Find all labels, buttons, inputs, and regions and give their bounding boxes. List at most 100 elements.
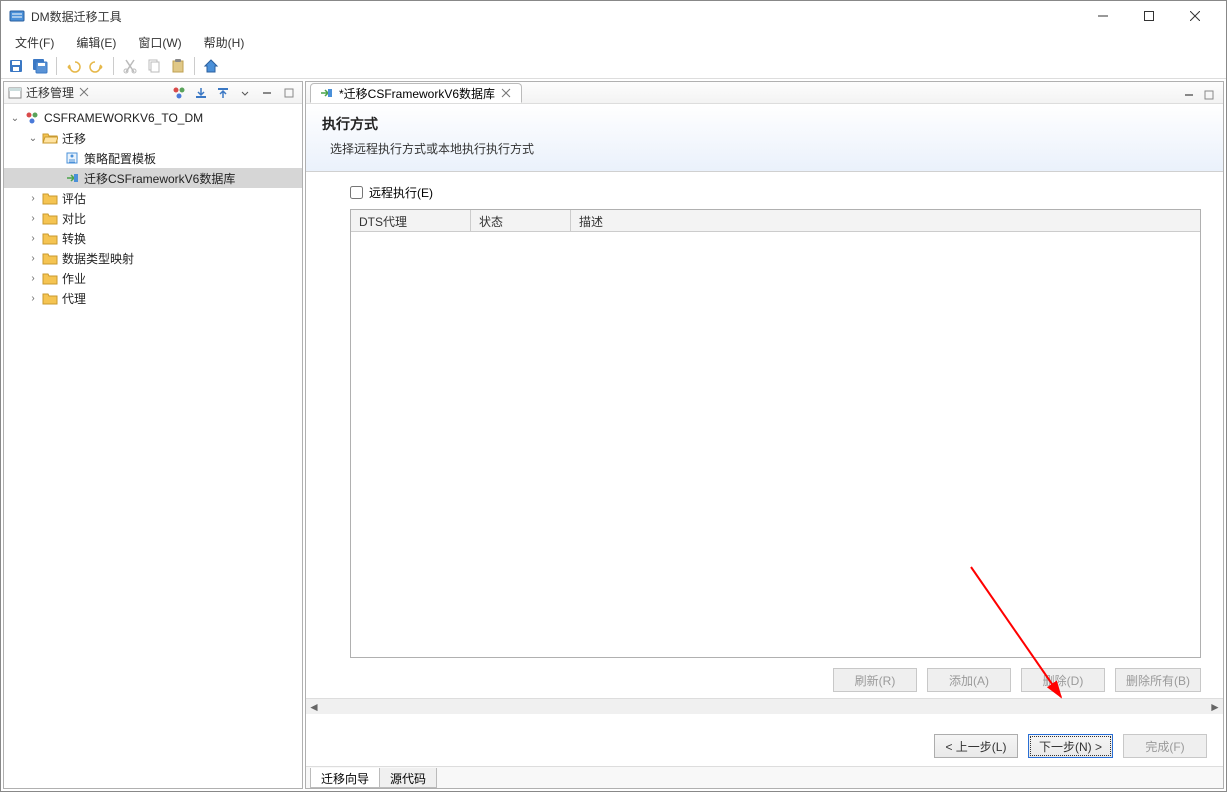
sidebar-menu-icon[interactable] bbox=[236, 84, 254, 102]
tab-source[interactable]: 源代码 bbox=[379, 768, 437, 788]
tree-migrate[interactable]: ⌄ 迁移 bbox=[4, 128, 302, 148]
tree-migrate-label: 迁移 bbox=[62, 130, 86, 147]
sidebar-import-icon[interactable] bbox=[192, 84, 210, 102]
cluster-icon bbox=[24, 110, 40, 126]
redo-icon[interactable] bbox=[86, 55, 108, 77]
col-proxy[interactable]: DTS代理 bbox=[351, 210, 471, 231]
tree-typemap[interactable]: › 数据类型映射 bbox=[4, 248, 302, 268]
tab-close-icon[interactable] bbox=[501, 87, 513, 99]
template-icon bbox=[64, 150, 80, 166]
tab-wizard[interactable]: 迁移向导 bbox=[310, 768, 380, 788]
tree-compare[interactable]: › 对比 bbox=[4, 208, 302, 228]
close-button[interactable] bbox=[1172, 1, 1218, 31]
app-icon bbox=[9, 8, 25, 24]
migration-tree[interactable]: ⌄ CSFRAMEWORKV6_TO_DM ⌄ 迁移 策略配置模板 迁移CSFr… bbox=[4, 104, 302, 788]
toolbar bbox=[1, 53, 1226, 79]
table-actions: 刷新(R) 添加(A) 删除(D) 删除所有(B) bbox=[350, 658, 1201, 698]
table-header: DTS代理 状态 描述 bbox=[351, 210, 1200, 232]
expand-toggle[interactable]: › bbox=[26, 291, 40, 305]
sidebar-header: 迁移管理 bbox=[4, 82, 302, 104]
wizard-body: 远程执行(E) DTS代理 状态 描述 刷新(R) 添加(A) 删除(D) 删除… bbox=[306, 172, 1223, 698]
folder-icon bbox=[42, 210, 58, 226]
migrate-db-icon bbox=[319, 86, 333, 100]
editor-tab-migrate-db[interactable]: *迁移CSFrameworkV6数据库 bbox=[310, 83, 522, 103]
next-button[interactable]: 下一步(N) > bbox=[1028, 734, 1113, 758]
col-desc[interactable]: 描述 bbox=[571, 210, 1200, 231]
scroll-right-icon[interactable]: ► bbox=[1207, 699, 1223, 715]
tree-convert[interactable]: › 转换 bbox=[4, 228, 302, 248]
tree-template[interactable]: 策略配置模板 bbox=[4, 148, 302, 168]
refresh-button[interactable]: 刷新(R) bbox=[833, 668, 917, 692]
tree-typemap-label: 数据类型映射 bbox=[62, 250, 134, 267]
delete-all-button[interactable]: 删除所有(B) bbox=[1115, 668, 1201, 692]
prev-button[interactable]: < 上一步(L) bbox=[934, 734, 1018, 758]
tree-evaluate-label: 评估 bbox=[62, 190, 86, 207]
folder-icon bbox=[42, 250, 58, 266]
copy-icon[interactable] bbox=[143, 55, 165, 77]
tree-convert-label: 转换 bbox=[62, 230, 86, 247]
remote-execute-checkbox[interactable] bbox=[350, 186, 363, 199]
wizard-title: 执行方式 bbox=[322, 114, 1207, 134]
finish-button[interactable]: 完成(F) bbox=[1123, 734, 1207, 758]
editor-tabs: *迁移CSFrameworkV6数据库 bbox=[306, 82, 1223, 104]
tree-job[interactable]: › 作业 bbox=[4, 268, 302, 288]
sidebar-panel: 迁移管理 ⌄ CSFRAMEWORKV6_TO_DM ⌄ 迁移 bbox=[3, 81, 303, 789]
remote-execute-row: 远程执行(E) bbox=[350, 184, 1201, 201]
minimize-button[interactable] bbox=[1080, 1, 1126, 31]
menu-edit[interactable]: 编辑(E) bbox=[70, 32, 122, 53]
save-all-icon[interactable] bbox=[29, 55, 51, 77]
tree-template-label: 策略配置模板 bbox=[84, 150, 156, 167]
undo-icon[interactable] bbox=[62, 55, 84, 77]
tree-evaluate[interactable]: › 评估 bbox=[4, 188, 302, 208]
sidebar-cluster-icon[interactable] bbox=[170, 84, 188, 102]
titlebar: DM数据迁移工具 bbox=[1, 1, 1226, 31]
editor-tab-label: *迁移CSFrameworkV6数据库 bbox=[339, 85, 495, 102]
folder-icon bbox=[42, 270, 58, 286]
menu-help[interactable]: 帮助(H) bbox=[198, 32, 251, 53]
expand-toggle[interactable]: › bbox=[26, 271, 40, 285]
editor-minimize-icon[interactable] bbox=[1181, 87, 1197, 103]
proxy-table: DTS代理 状态 描述 bbox=[350, 209, 1201, 658]
sidebar-title: 迁移管理 bbox=[26, 84, 74, 101]
migrate-db-icon bbox=[64, 170, 80, 186]
col-status[interactable]: 状态 bbox=[471, 210, 571, 231]
expand-toggle[interactable]: › bbox=[26, 231, 40, 245]
expand-toggle[interactable]: › bbox=[26, 251, 40, 265]
home-icon[interactable] bbox=[200, 55, 222, 77]
folder-icon bbox=[42, 290, 58, 306]
sidebar-maximize-icon[interactable] bbox=[280, 84, 298, 102]
tree-job-label: 作业 bbox=[62, 270, 86, 287]
tree-compare-label: 对比 bbox=[62, 210, 86, 227]
tree-agent[interactable]: › 代理 bbox=[4, 288, 302, 308]
window-title: DM数据迁移工具 bbox=[31, 8, 1080, 25]
expand-toggle[interactable]: ⌄ bbox=[26, 131, 40, 145]
sidebar-export-icon[interactable] bbox=[214, 84, 232, 102]
scroll-left-icon[interactable]: ◄ bbox=[306, 699, 322, 715]
paste-icon[interactable] bbox=[167, 55, 189, 77]
cut-icon[interactable] bbox=[119, 55, 141, 77]
menu-file[interactable]: 文件(F) bbox=[9, 32, 60, 53]
editor-maximize-icon[interactable] bbox=[1201, 87, 1217, 103]
delete-button[interactable]: 删除(D) bbox=[1021, 668, 1105, 692]
folder-open-icon bbox=[42, 130, 58, 146]
tree-root-label: CSFRAMEWORKV6_TO_DM bbox=[44, 111, 203, 125]
editor-panel: *迁移CSFrameworkV6数据库 执行方式 选择远程执行方式或本地执行执行… bbox=[305, 81, 1224, 789]
horizontal-scrollbar[interactable]: ◄ ► bbox=[306, 698, 1223, 714]
expand-toggle[interactable]: › bbox=[26, 211, 40, 225]
menubar: 文件(F) 编辑(E) 窗口(W) 帮助(H) bbox=[1, 31, 1226, 53]
expand-toggle[interactable]: ⌄ bbox=[8, 111, 22, 125]
sidebar-minimize-icon[interactable] bbox=[258, 84, 276, 102]
save-icon[interactable] bbox=[5, 55, 27, 77]
add-button[interactable]: 添加(A) bbox=[927, 668, 1011, 692]
tree-migrate-db[interactable]: 迁移CSFrameworkV6数据库 bbox=[4, 168, 302, 188]
panel-icon bbox=[8, 86, 22, 100]
sidebar-close-icon[interactable] bbox=[78, 86, 92, 100]
wizard-header: 执行方式 选择远程执行方式或本地执行执行方式 bbox=[306, 104, 1223, 172]
tree-root[interactable]: ⌄ CSFRAMEWORKV6_TO_DM bbox=[4, 108, 302, 128]
maximize-button[interactable] bbox=[1126, 1, 1172, 31]
tree-agent-label: 代理 bbox=[62, 290, 86, 307]
expand-toggle[interactable]: › bbox=[26, 191, 40, 205]
wizard-subtitle: 选择远程执行方式或本地执行执行方式 bbox=[322, 140, 1207, 157]
menu-window[interactable]: 窗口(W) bbox=[132, 32, 187, 53]
bottom-tabs: 迁移向导 源代码 bbox=[306, 766, 1223, 788]
